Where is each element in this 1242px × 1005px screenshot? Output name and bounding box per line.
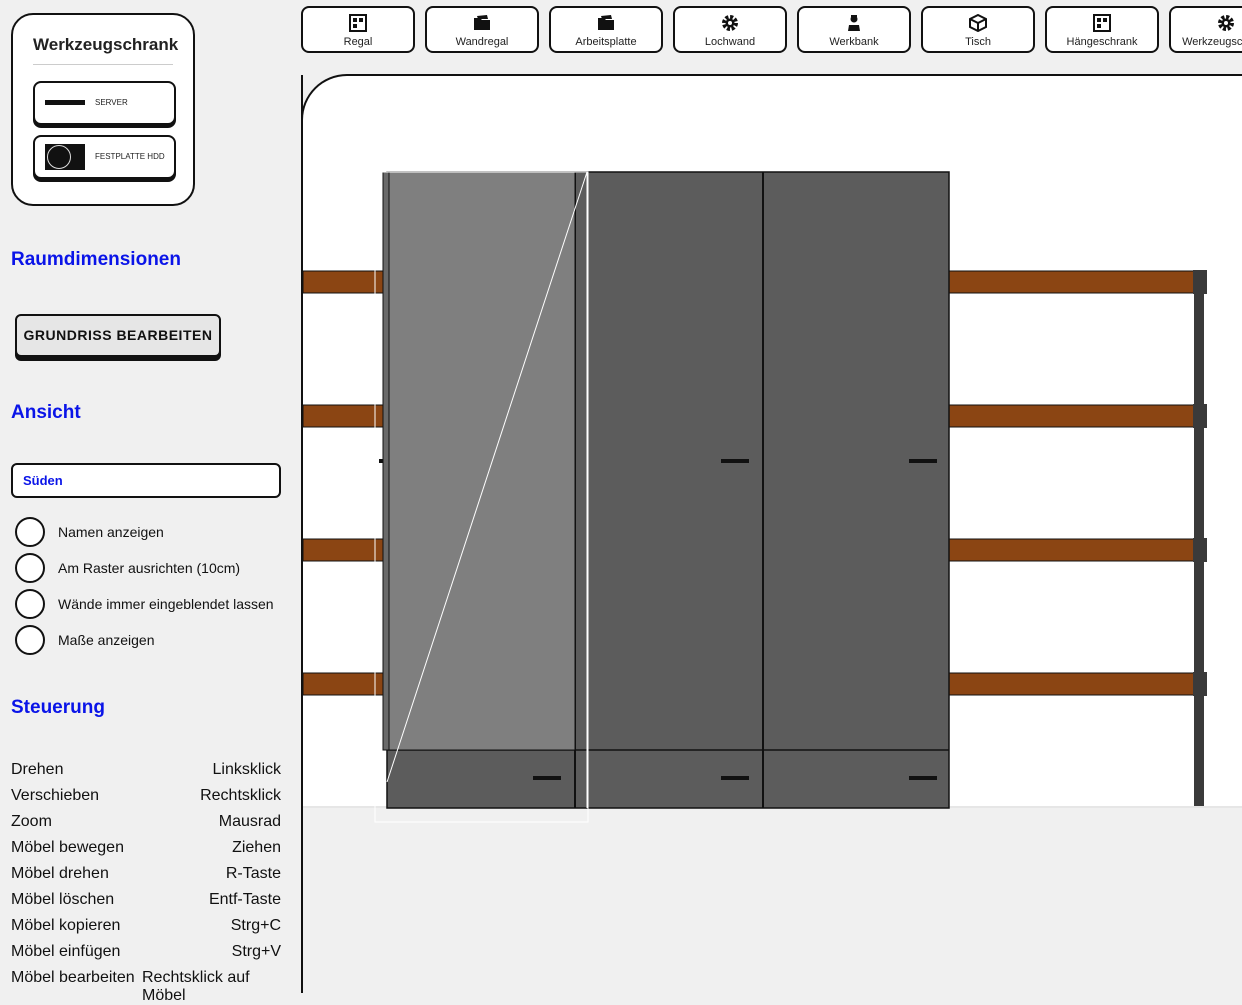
gear-icon (1171, 14, 1242, 32)
radio-button[interactable] (15, 553, 45, 583)
tool-label: Arbeitsplatte (575, 36, 637, 48)
furniture-toolbar: Regal Wandregal Arbeitsplatte Lochwand W… (301, 6, 1242, 54)
section-heading-view: Ansicht (11, 402, 81, 423)
cabinet-item-hdd[interactable]: FESTPLATTE HDD (33, 135, 176, 179)
tool-label: Hängeschrank (1066, 36, 1138, 48)
tool-lochwand[interactable]: Lochwand (673, 6, 787, 53)
tool-label: Tisch (965, 36, 991, 48)
radio-button[interactable] (15, 517, 45, 547)
control-action: Möbel drehen (11, 865, 109, 882)
control-action: Drehen (11, 761, 64, 778)
control-action: Möbel löschen (11, 891, 115, 908)
edit-floorplan-button[interactable]: GRUNDRISS BEARBEITEN (15, 314, 221, 357)
option-label: Wände immer eingeblendet lassen (58, 596, 274, 612)
control-key: Entf-Taste (208, 891, 281, 908)
open-cabinet-door (382, 171, 576, 751)
radio-button[interactable] (15, 589, 45, 619)
tool-wandregal[interactable]: Wandregal (425, 6, 539, 53)
control-action: Möbel bewegen (11, 839, 124, 856)
server-icon (45, 100, 85, 105)
3d-viewport[interactable] (301, 74, 1242, 993)
section-heading-controls: Steuerung (11, 697, 105, 718)
control-action: Möbel einfügen (11, 943, 121, 960)
control-action: Zoom (11, 813, 52, 830)
tool-werkzeugschrank[interactable]: Werkzeugschrank (1169, 6, 1242, 53)
tool-tisch[interactable]: Tisch (921, 6, 1035, 53)
tool-werkbank[interactable]: Werkbank (797, 6, 911, 53)
control-key: Rechtsklick auf Möbel (142, 969, 250, 1004)
option-label: Maße anzeigen (58, 632, 155, 648)
tool-regal[interactable]: Regal (301, 6, 415, 53)
room-scene (303, 171, 1242, 993)
folder-icon (551, 14, 661, 32)
control-key: Linksklick (212, 761, 281, 778)
option-label: Namen anzeigen (58, 524, 164, 540)
control-key: Ziehen (232, 839, 281, 856)
sidebar: Werkzeugschrank SERVER FESTPLATTE HDD Ra… (0, 0, 300, 1004)
tool-label: Lochwand (704, 36, 756, 48)
box-icon (923, 14, 1033, 32)
floor (303, 808, 1242, 993)
tool-label: Wandregal (455, 36, 509, 48)
selected-furniture-card: Werkzeugschrank SERVER FESTPLATTE HDD (11, 13, 195, 206)
worker-icon (799, 14, 909, 32)
control-key: Strg+C (230, 917, 281, 934)
tool-label: Werkzeugschrank (1182, 36, 1242, 48)
control-key: Mausrad (218, 813, 281, 830)
control-key: Rechtsklick (200, 787, 281, 804)
cabinet-item-label: FESTPLATTE HDD (95, 152, 165, 161)
grid-icon (303, 14, 413, 32)
control-action: Möbel kopieren (11, 917, 121, 934)
tool-cabinet-model[interactable] (374, 171, 950, 823)
tool-label: Werkbank (829, 36, 879, 48)
gear-icon (675, 14, 785, 32)
control-action: Möbel bearbeiten (11, 969, 135, 986)
tool-label: Regal (343, 36, 373, 48)
wall-shelf-left (303, 270, 388, 696)
control-action: Verschieben (11, 787, 100, 804)
tool-arbeitsplatte[interactable]: Arbeitsplatte (549, 6, 663, 53)
selected-furniture-title: Werkzeugschrank (33, 35, 179, 54)
hdd-icon (45, 144, 85, 170)
control-key: R-Taste (225, 865, 281, 882)
section-heading-room: Raumdimensionen (11, 249, 181, 270)
card-divider (33, 64, 173, 65)
view-direction-select[interactable]: Süden (11, 463, 281, 498)
control-key: Strg+V (231, 943, 281, 960)
tool-haengeschrank[interactable]: Hängeschrank (1045, 6, 1159, 53)
cabinet-item-server[interactable]: SERVER (33, 81, 176, 125)
folder-icon (427, 14, 537, 32)
wall-shelf-right (948, 270, 1207, 806)
grid-icon (1047, 14, 1157, 32)
cabinet-item-label: SERVER (95, 98, 128, 107)
option-label: Am Raster ausrichten (10cm) (58, 560, 241, 576)
radio-button[interactable] (15, 625, 45, 655)
